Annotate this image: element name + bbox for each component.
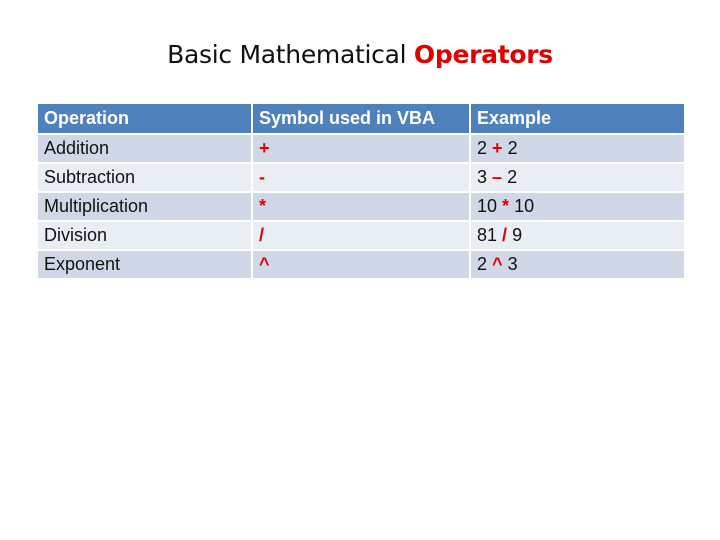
table-row: Multiplication * 10 * 10 [36,191,686,222]
symbol-glyph: * [259,196,267,216]
example-cell: 3 – 2 [469,162,686,193]
example-left: 10 [477,196,498,216]
example-left: 81 [477,225,498,245]
symbol-cell: * [251,191,471,222]
example-operator: ^ [492,254,503,274]
example-cell: 10 * 10 [469,191,686,222]
example-left: 2 [477,254,488,274]
header-example: Example [469,102,686,135]
example-right: 2 [507,138,518,158]
symbol-cell: - [251,162,471,193]
example-operator: + [492,138,503,158]
slide-title: Basic Mathematical Operators [0,40,720,69]
header-operation: Operation [36,102,253,135]
symbol-glyph: ^ [259,254,270,274]
symbol-cell: / [251,220,471,251]
title-prefix: Basic Mathematical [167,40,414,69]
symbol-glyph: + [259,138,270,158]
header-symbol: Symbol used in VBA [251,102,471,135]
example-left: 2 [477,138,488,158]
table-row: Division / 81 / 9 [36,220,686,251]
example-right: 3 [507,254,518,274]
example-operator: – [492,167,503,187]
example-cell: 81 / 9 [469,220,686,251]
table-row: Addition + 2 + 2 [36,133,686,164]
symbol-glyph: / [259,225,265,245]
example-left: 3 [477,167,488,187]
operation-cell: Multiplication [36,191,253,222]
example-right: 10 [514,196,535,216]
example-right: 2 [507,167,518,187]
operators-table: Operation Symbol used in VBA Example Add… [36,102,686,280]
symbol-cell: ^ [251,249,471,280]
operation-cell: Division [36,220,253,251]
table-header-row: Operation Symbol used in VBA Example [36,102,686,135]
example-cell: 2 ^ 3 [469,249,686,280]
table-row: Exponent ^ 2 ^ 3 [36,249,686,280]
title-accent: Operators [413,40,553,69]
example-cell: 2 + 2 [469,133,686,164]
operation-cell: Subtraction [36,162,253,193]
example-operator: / [502,225,508,245]
table-row: Subtraction - 3 – 2 [36,162,686,193]
symbol-glyph: - [259,167,265,187]
symbol-cell: + [251,133,471,164]
example-operator: * [502,196,510,216]
operation-cell: Exponent [36,249,253,280]
example-right: 9 [512,225,523,245]
operation-cell: Addition [36,133,253,164]
